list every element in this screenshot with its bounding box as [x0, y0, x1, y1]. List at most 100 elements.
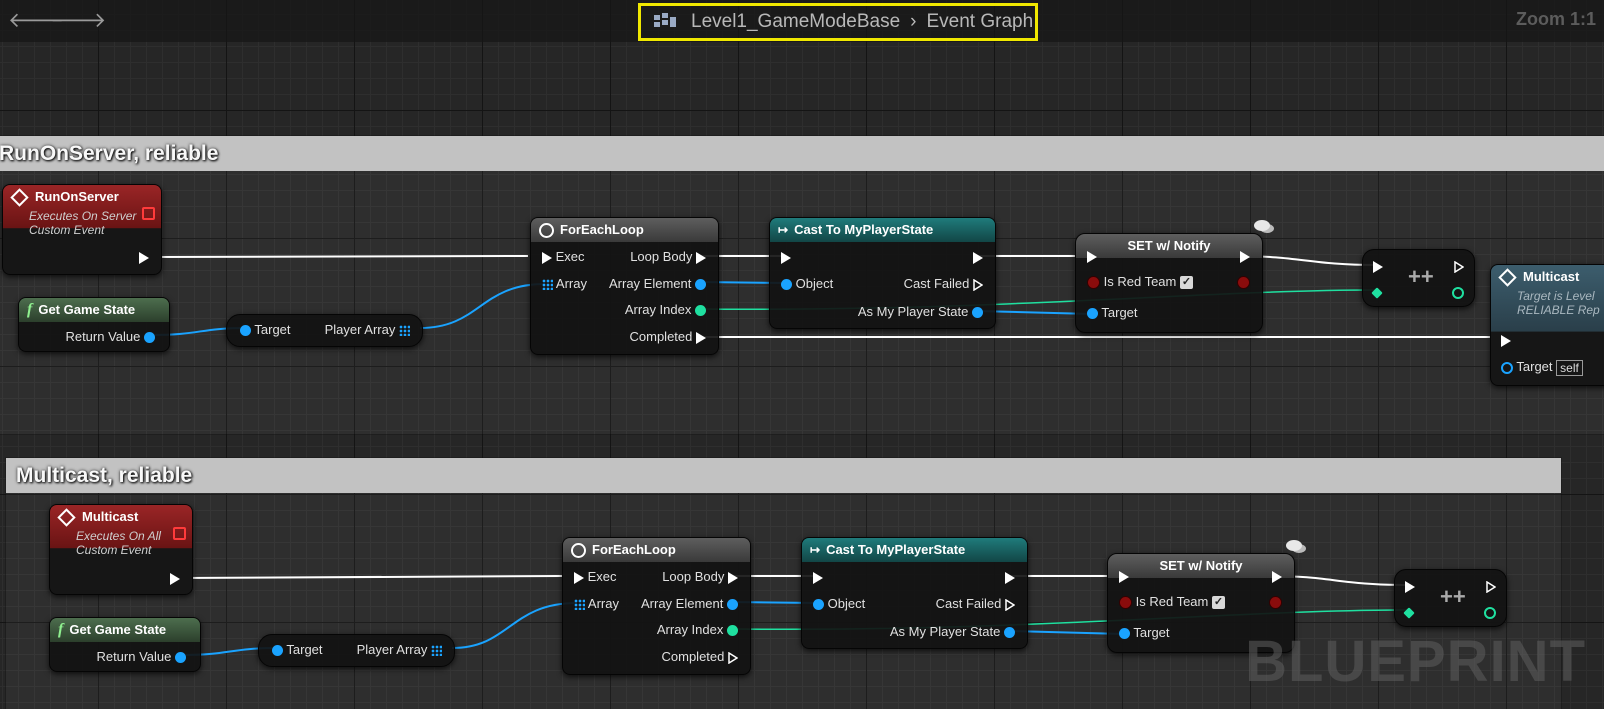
target-pin[interactable]	[272, 645, 283, 657]
array-in-pin[interactable]	[574, 599, 585, 611]
object-pin[interactable]	[781, 279, 792, 291]
return-value-label: Return Value	[65, 329, 141, 344]
target-pin[interactable]	[1119, 628, 1130, 640]
exec-out-pin[interactable]	[1005, 571, 1015, 584]
return-value-pin[interactable]	[144, 332, 155, 344]
exec-out-pin[interactable]	[1454, 260, 1464, 273]
is-red-team-pin[interactable]	[1119, 596, 1132, 610]
cast-node[interactable]: ↦ Cast To MyPlayerState Object Cast Faile…	[769, 217, 996, 329]
function-icon: f	[58, 621, 64, 638]
player-array-label: Player Array	[356, 642, 428, 657]
exec-out-pin[interactable]	[1240, 250, 1250, 263]
loop-icon	[539, 222, 554, 238]
node-title: SET w/ Notify	[1127, 238, 1211, 253]
array-index-pin[interactable]	[727, 625, 738, 637]
player-array-node[interactable]: Target Player Array	[258, 634, 455, 667]
cast-failed-pin[interactable]	[973, 278, 983, 291]
exec-in-pin[interactable]	[813, 571, 823, 584]
increment-label: ++	[1440, 584, 1466, 609]
loop-body-label: Loop Body	[630, 249, 693, 264]
cast-failed-pin[interactable]	[1005, 598, 1015, 611]
node-title: Cast To MyPlayerState	[794, 222, 934, 237]
get-game-state-node[interactable]: f Get Game State Return Value	[49, 617, 201, 672]
event-node-runonserver[interactable]: RunOnServer Executes On Server Custom Ev…	[2, 184, 162, 275]
cast-failed-label: Cast Failed	[935, 596, 1002, 611]
is-red-team-pin[interactable]	[1087, 276, 1100, 290]
completed-pin[interactable]	[696, 331, 706, 344]
is-red-checkbox[interactable]: ✓	[1180, 276, 1193, 290]
loop-body-pin[interactable]	[728, 571, 738, 584]
function-diamond-icon	[1498, 267, 1517, 287]
foreach-loop-node[interactable]: ForEachLoop Exec Array Loop Body Array E…	[530, 217, 719, 355]
multicast-call-node[interactable]: Multicast Target is Level RELIABLE Rep T…	[1490, 264, 1604, 386]
is-red-team-out-pin[interactable]	[1237, 276, 1250, 290]
object-pin[interactable]	[813, 599, 824, 611]
array-element-pin[interactable]	[727, 599, 738, 611]
return-value-pin[interactable]	[175, 652, 186, 664]
as-state-pin[interactable]	[1004, 627, 1015, 639]
loop-body-pin[interactable]	[696, 251, 706, 264]
event-subtitle-line2: Custom Event	[76, 543, 152, 557]
comment-bubble-icon[interactable]	[1286, 540, 1302, 551]
value-out-pin[interactable]	[1484, 606, 1496, 619]
exec-in-pin[interactable]	[1373, 260, 1383, 273]
object-label: Object	[795, 276, 834, 291]
exec-out-pin[interactable]	[170, 573, 180, 585]
player-array-pin[interactable]	[399, 325, 410, 337]
event-node-multicast[interactable]: Multicast Executes On All Custom Event	[49, 504, 193, 595]
completed-label: Completed	[661, 649, 725, 664]
chevron-right-icon: ›	[910, 11, 917, 32]
exec-in-pin[interactable]	[1501, 334, 1511, 347]
target-pin[interactable]	[240, 325, 251, 337]
return-value-label: Return Value	[96, 649, 172, 664]
exec-in-pin[interactable]	[542, 251, 552, 264]
exec-out-pin[interactable]	[973, 251, 983, 264]
zoom-level: Zoom 1:1	[1515, 9, 1596, 29]
target-pin[interactable]	[1501, 361, 1513, 374]
array-element-pin[interactable]	[695, 279, 706, 291]
set-notify-node[interactable]: SET w/ Notify Is Red Team ✓ Target	[1075, 233, 1263, 333]
value-in-pin[interactable]	[1403, 606, 1415, 619]
cast-node[interactable]: ↦ Cast To MyPlayerState Object Cast Faile…	[801, 537, 1028, 649]
event-title: RunOnServer	[35, 189, 119, 204]
back-button[interactable]: 🡐	[8, 7, 64, 33]
comment-bubble-icon[interactable]	[1254, 220, 1270, 231]
player-array-node[interactable]: Target Player Array	[226, 314, 423, 347]
foreach-loop-node[interactable]: ForEachLoop Exec Array Loop Body Array E…	[562, 537, 751, 675]
player-array-label: Player Array	[324, 322, 396, 337]
as-state-label: As My Player State	[889, 624, 1001, 639]
exec-out-pin[interactable]	[1486, 580, 1496, 593]
value-out-pin[interactable]	[1452, 286, 1464, 299]
event-title: Multicast	[82, 509, 139, 524]
increment-node[interactable]: ++	[1394, 569, 1507, 627]
self-value[interactable]: self	[1556, 359, 1583, 376]
exec-out-pin[interactable]	[139, 252, 149, 264]
is-red-checkbox[interactable]: ✓	[1212, 596, 1225, 610]
value-in-pin[interactable]	[1371, 286, 1383, 299]
array-index-pin[interactable]	[695, 305, 706, 317]
exec-in-pin[interactable]	[781, 251, 791, 264]
array-index-label: Array Index	[624, 302, 692, 317]
exec-in-pin[interactable]	[574, 571, 584, 584]
breadcrumb-blueprint[interactable]: Level1_GameModeBase	[691, 11, 900, 33]
exec-in-pin[interactable]	[1405, 580, 1415, 593]
breadcrumb: Level1_GameModeBase › Event Graph	[638, 3, 1038, 41]
increment-node[interactable]: ++	[1362, 249, 1475, 307]
completed-pin[interactable]	[728, 651, 738, 664]
event-subtitle-line1: Executes On All	[76, 529, 161, 543]
get-game-state-node[interactable]: f Get Game State Return Value	[18, 297, 170, 352]
exec-label: Exec	[555, 249, 585, 264]
exec-out-pin[interactable]	[1272, 570, 1282, 583]
as-state-pin[interactable]	[972, 307, 983, 319]
function-icon: f	[27, 301, 33, 318]
graph-canvas[interactable]: RunOnServer, reliable Multicast, reliabl…	[0, 0, 1604, 709]
exec-in-pin[interactable]	[1087, 250, 1097, 263]
breadcrumb-graph[interactable]: Event Graph	[926, 11, 1033, 33]
forward-button[interactable]: 🡒	[50, 7, 106, 33]
player-array-pin[interactable]	[431, 645, 442, 657]
is-red-team-out-pin[interactable]	[1269, 596, 1282, 610]
exec-in-pin[interactable]	[1119, 570, 1129, 583]
array-element-label: Array Element	[609, 276, 692, 291]
target-pin[interactable]	[1087, 308, 1098, 320]
array-in-pin[interactable]	[542, 279, 553, 291]
